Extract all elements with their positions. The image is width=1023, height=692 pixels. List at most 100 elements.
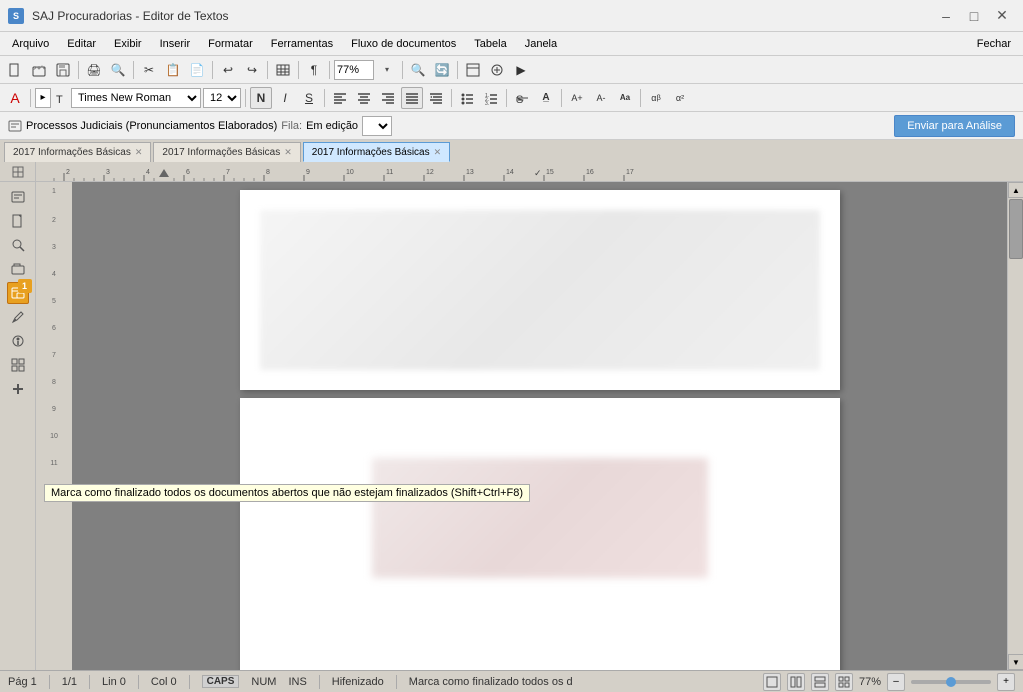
pages-status: 1/1 [62, 676, 77, 688]
tab-1[interactable]: 2017 Informações Básicas ✕ [153, 142, 300, 162]
svg-text:T: T [56, 94, 63, 105]
ins-status: INS [288, 676, 306, 688]
zoom-in-btn[interactable]: + [997, 673, 1015, 691]
svg-text:13: 13 [466, 169, 474, 176]
sidebar-btn-6[interactable] [7, 330, 29, 352]
menu-editar[interactable]: Editar [59, 36, 104, 52]
view-btn-3[interactable] [811, 673, 829, 691]
menu-inserir[interactable]: Inserir [152, 36, 199, 52]
list-unordered-btn[interactable] [456, 87, 478, 109]
indent-btn[interactable] [425, 87, 447, 109]
extra2-btn[interactable] [486, 59, 508, 81]
zoom-input[interactable] [334, 60, 374, 80]
new-btn[interactable] [4, 59, 26, 81]
sidebar-btn-7[interactable] [7, 354, 29, 376]
align-left-btn[interactable] [329, 87, 351, 109]
scroll-down-btn[interactable]: ▼ [1008, 654, 1023, 670]
tab-2[interactable]: 2017 Informações Básicas ✕ [303, 142, 450, 162]
menu-fechar[interactable]: Fechar [969, 36, 1019, 52]
tab-0[interactable]: 2017 Informações Básicas ✕ [4, 142, 151, 162]
underline-btn[interactable]: S [298, 87, 320, 109]
highlight-btn[interactable]: A̲ [535, 87, 557, 109]
sep5 [298, 61, 299, 79]
view-btn-4[interactable] [835, 673, 853, 691]
zoom-dropdown[interactable]: ▾ [376, 59, 398, 81]
scroll-up-btn[interactable]: ▲ [1008, 182, 1023, 198]
svg-text:3.: 3. [485, 101, 489, 105]
copy-btn[interactable]: 📋 [162, 59, 184, 81]
sidebar-btn-4[interactable]: 1 [7, 282, 29, 304]
search-btn[interactable]: 🔍 [407, 59, 429, 81]
undo-btn[interactable]: ↩ [217, 59, 239, 81]
extra3-btn[interactable]: αβ [645, 87, 667, 109]
svg-text:2: 2 [66, 169, 70, 176]
menu-formatar[interactable]: Formatar [200, 36, 261, 52]
italic-btn[interactable]: I [274, 87, 296, 109]
strikethrough-btn[interactable]: S [511, 87, 533, 109]
align-center-btn[interactable] [353, 87, 375, 109]
status-right: 77% – + [763, 673, 1015, 691]
save-btn[interactable] [52, 59, 74, 81]
zoom-slider-thumb[interactable] [946, 677, 956, 687]
menu-ferramentas[interactable]: Ferramentas [263, 36, 341, 52]
arrow-right-btn[interactable]: ▶ [510, 59, 532, 81]
font-color-btn[interactable]: A [4, 87, 26, 109]
menu-arquivo[interactable]: Arquivo [4, 36, 57, 52]
replace-btn[interactable]: 🔄 [431, 59, 453, 81]
svg-text:14: 14 [506, 169, 514, 176]
paragraph-btn[interactable]: ¶ [303, 59, 325, 81]
extra4-btn[interactable]: α² [669, 87, 691, 109]
font-shrink-btn[interactable]: A- [590, 87, 612, 109]
process-icon [8, 119, 22, 133]
sidebar-btn-8[interactable] [7, 378, 29, 400]
sidebar-btn-5[interactable] [7, 306, 29, 328]
preview-btn[interactable]: 🔍 [107, 59, 129, 81]
menu-tabela[interactable]: Tabela [466, 36, 514, 52]
tab-close-1[interactable]: ✕ [284, 147, 292, 158]
close-button[interactable]: ✕ [989, 3, 1015, 29]
format-toolbar: A ▸ T Times New Roman 12 N I S 1.2.3. S … [0, 84, 1023, 112]
scroll-thumb[interactable] [1009, 199, 1023, 259]
right-scrollbar[interactable]: ▲ ▼ [1007, 182, 1023, 670]
open-btn[interactable] [28, 59, 50, 81]
process-select[interactable] [362, 116, 392, 136]
maximize-button[interactable]: □ [961, 3, 987, 29]
scroll-track[interactable] [1008, 198, 1023, 654]
zoom-out-btn[interactable]: – [887, 673, 905, 691]
tab-close-0[interactable]: ✕ [135, 147, 143, 158]
redo-btn[interactable]: ↪ [241, 59, 263, 81]
font-size2-btn[interactable]: Aa [614, 87, 636, 109]
minimize-button[interactable]: – [933, 3, 959, 29]
extra1-btn[interactable] [462, 59, 484, 81]
list-ordered-btn[interactable]: 1.2.3. [480, 87, 502, 109]
align-right-btn[interactable] [377, 87, 399, 109]
table-btn[interactable] [272, 59, 294, 81]
sidebar-btn-0[interactable] [7, 186, 29, 208]
sidebar-btn-2[interactable] [7, 234, 29, 256]
page-num: Pág 1 [8, 676, 37, 688]
send-analysis-button[interactable]: Enviar para Análise [894, 115, 1015, 137]
page-area [72, 182, 1007, 670]
bold-btn[interactable]: N [250, 87, 272, 109]
font-grow-btn[interactable]: A+ [566, 87, 588, 109]
zoom-slider[interactable] [911, 680, 991, 684]
sep14 [561, 89, 562, 107]
view-btn-1[interactable] [763, 673, 781, 691]
sidebar-btn-3[interactable] [7, 258, 29, 280]
menu-janela[interactable]: Janela [517, 36, 565, 52]
content-scroll[interactable]: 1 2 3 4 5 6 7 8 9 10 11 [36, 182, 1023, 670]
align-justify-btn[interactable] [401, 87, 423, 109]
font-select[interactable]: Times New Roman [71, 88, 201, 108]
menu-fluxo[interactable]: Fluxo de documentos [343, 36, 464, 52]
font-size-select[interactable]: 12 [203, 88, 241, 108]
print-btn[interactable]: 🖨 [83, 59, 105, 81]
tab-close-2[interactable]: ✕ [434, 147, 442, 158]
tab-label-2: 2017 Informações Básicas [312, 147, 430, 158]
process-label: Processos Judiciais (Pronunciamentos Ela… [26, 120, 277, 132]
cut-btn[interactable]: ✂ [138, 59, 160, 81]
page-2 [240, 398, 840, 670]
sidebar-btn-1[interactable] [7, 210, 29, 232]
menu-exibir[interactable]: Exibir [106, 36, 150, 52]
paste-btn[interactable]: 📄 [186, 59, 208, 81]
view-btn-2[interactable] [787, 673, 805, 691]
